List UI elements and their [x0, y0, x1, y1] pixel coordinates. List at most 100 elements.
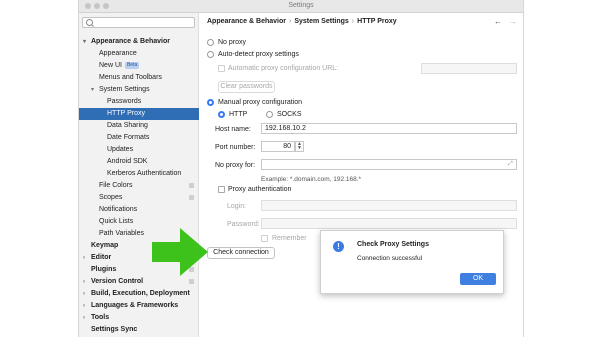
- breadcrumb-http-proxy: HTTP Proxy: [357, 18, 397, 25]
- manual-proxy-radio[interactable]: [207, 99, 214, 106]
- sidebar-item-label: Menus and Toolbars: [99, 74, 162, 81]
- sidebar-item-notifications[interactable]: Notifications: [79, 204, 199, 216]
- http-radio[interactable]: [218, 111, 225, 118]
- beta-badge: Beta: [124, 62, 140, 69]
- auto-detect-radio[interactable]: [207, 51, 214, 58]
- sidebar-item-label: Quick Lists: [99, 218, 134, 225]
- dialog-title: Check Proxy Settings: [357, 241, 429, 248]
- sidebar-item-label: Editor: [91, 254, 112, 261]
- sidebar-item-label: Path Variables: [99, 230, 145, 237]
- search-icon: [86, 19, 93, 26]
- project-level-icon: [189, 195, 194, 200]
- auto-config-url-checkbox[interactable]: [218, 65, 225, 72]
- sidebar-item-build-execution[interactable]: › Build, Execution, Deployment: [79, 288, 199, 300]
- breadcrumb-separator: ›: [288, 18, 292, 25]
- sidebar-item-menus-toolbars[interactable]: Menus and Toolbars: [79, 72, 199, 84]
- sidebar-item-label: Appearance: [99, 50, 137, 57]
- settings-search-input[interactable]: [82, 17, 195, 28]
- login-input[interactable]: [261, 200, 517, 211]
- socks-radio[interactable]: [266, 111, 273, 118]
- sidebar-item-label: Build, Execution, Deployment: [91, 290, 190, 297]
- sidebar-item-label: HTTP Proxy: [107, 110, 145, 117]
- clear-passwords-button[interactable]: Clear passwords: [218, 81, 275, 93]
- sidebar-item-label: Languages & Frameworks: [91, 302, 179, 309]
- sidebar-item-label: Appearance & Behavior: [91, 38, 170, 45]
- host-name-input[interactable]: 192.168.10.2: [261, 123, 517, 134]
- sidebar-item-http-proxy[interactable]: HTTP Proxy: [79, 108, 199, 120]
- expand-icon[interactable]: ⤢: [508, 160, 513, 169]
- chevron-down-icon[interactable]: ▾: [91, 84, 94, 96]
- sidebar-item-label: Keymap: [91, 242, 119, 249]
- chevron-right-icon[interactable]: ›: [83, 300, 85, 312]
- settings-sidebar: ▾ Appearance & Behavior Appearance New U…: [79, 13, 199, 337]
- sidebar-item-label: New UI: [99, 62, 122, 69]
- password-input[interactable]: [261, 218, 517, 229]
- info-icon: !: [333, 241, 344, 252]
- socks-label: SOCKS: [277, 111, 302, 118]
- sidebar-item-data-sharing[interactable]: Data Sharing: [79, 120, 199, 132]
- sidebar-item-system-settings[interactable]: ▾ System Settings: [79, 84, 199, 96]
- sidebar-item-label: Updates: [107, 146, 134, 153]
- sidebar-item-tools[interactable]: › Tools: [79, 312, 199, 324]
- sidebar-item-file-colors[interactable]: File Colors: [79, 180, 199, 192]
- sidebar-item-new-ui[interactable]: New UI Beta: [79, 60, 199, 72]
- sidebar-item-settings-sync[interactable]: Settings Sync: [79, 324, 199, 336]
- login-label: Login:: [227, 203, 247, 210]
- check-proxy-dialog: ! Check Proxy Settings Connection succes…: [320, 230, 504, 294]
- no-proxy-radio[interactable]: [207, 39, 214, 46]
- auto-config-url-label: Automatic proxy configuration URL:: [228, 65, 339, 72]
- sidebar-item-quick-lists[interactable]: Quick Lists: [79, 216, 199, 228]
- sidebar-item-date-formats[interactable]: Date Formats: [79, 132, 199, 144]
- sidebar-item-label: Android SDK: [107, 158, 148, 165]
- no-proxy-example: Example: *.domain.com, 192.168.*: [261, 176, 362, 183]
- sidebar-item-kerberos[interactable]: Kerberos Authentication: [79, 168, 199, 180]
- host-name-label: Host name:: [215, 126, 251, 133]
- sidebar-item-android-sdk[interactable]: Android SDK: [79, 156, 199, 168]
- port-number-label: Port number:: [215, 144, 256, 151]
- no-proxy-for-input[interactable]: [261, 159, 517, 170]
- sidebar-item-label: Kerberos Authentication: [107, 170, 182, 177]
- remember-checkbox[interactable]: [261, 235, 268, 242]
- ok-button[interactable]: OK: [460, 273, 496, 285]
- chevron-right-icon[interactable]: ›: [83, 312, 85, 324]
- sidebar-item-scopes[interactable]: Scopes: [79, 192, 199, 204]
- auto-detect-label: Auto-detect proxy settings: [218, 51, 299, 58]
- sidebar-item-label: Tools: [91, 314, 110, 321]
- sidebar-item-appearance-behavior[interactable]: ▾ Appearance & Behavior: [79, 36, 199, 48]
- chevron-down-icon[interactable]: ▾: [83, 36, 86, 48]
- sidebar-item-label: File Colors: [99, 182, 133, 189]
- sidebar-item-label: Settings Sync: [91, 326, 138, 333]
- chevron-right-icon[interactable]: ›: [83, 252, 85, 264]
- sidebar-item-label: Plugins: [91, 266, 117, 273]
- back-arrow-icon[interactable]: ←: [494, 17, 502, 26]
- port-stepper[interactable]: ▲ ▼: [295, 141, 304, 152]
- check-connection-button[interactable]: Check connection: [207, 247, 275, 259]
- proxy-auth-checkbox[interactable]: [218, 186, 225, 193]
- sidebar-item-updates[interactable]: Updates: [79, 144, 199, 156]
- port-number-input[interactable]: 80: [261, 141, 295, 152]
- breadcrumb-separator: ›: [351, 18, 355, 25]
- breadcrumb-system-settings[interactable]: System Settings: [294, 18, 348, 25]
- no-proxy-label: No proxy: [218, 39, 247, 46]
- breadcrumb: Appearance & Behavior › System Settings › HT…: [207, 18, 397, 25]
- forward-arrow-icon[interactable]: →: [509, 17, 517, 26]
- breadcrumb-appearance[interactable]: Appearance & Behavior: [207, 18, 286, 25]
- sidebar-item-appearance[interactable]: Appearance: [79, 48, 199, 60]
- sidebar-item-label: System Settings: [99, 86, 150, 93]
- sidebar-item-languages[interactable]: › Languages & Frameworks: [79, 300, 199, 312]
- manual-proxy-label: Manual proxy configuration: [218, 99, 303, 106]
- green-arrow-icon: [152, 228, 208, 278]
- sidebar-item-label: Notifications: [99, 206, 138, 213]
- sidebar-item-label: Version Control: [91, 278, 144, 285]
- auto-config-url-field[interactable]: [421, 63, 517, 74]
- password-label: Password:: [227, 221, 260, 228]
- chevron-right-icon[interactable]: ›: [83, 276, 85, 288]
- title-bar: Settings: [79, 0, 523, 13]
- remember-label: Remember: [272, 235, 307, 242]
- project-level-icon: [189, 279, 194, 284]
- sidebar-item-label: Passwords: [107, 98, 142, 105]
- window-title: Settings: [288, 2, 314, 9]
- sidebar-item-passwords[interactable]: Passwords: [79, 96, 199, 108]
- sidebar-item-label: Data Sharing: [107, 122, 148, 129]
- chevron-right-icon[interactable]: ›: [83, 288, 85, 300]
